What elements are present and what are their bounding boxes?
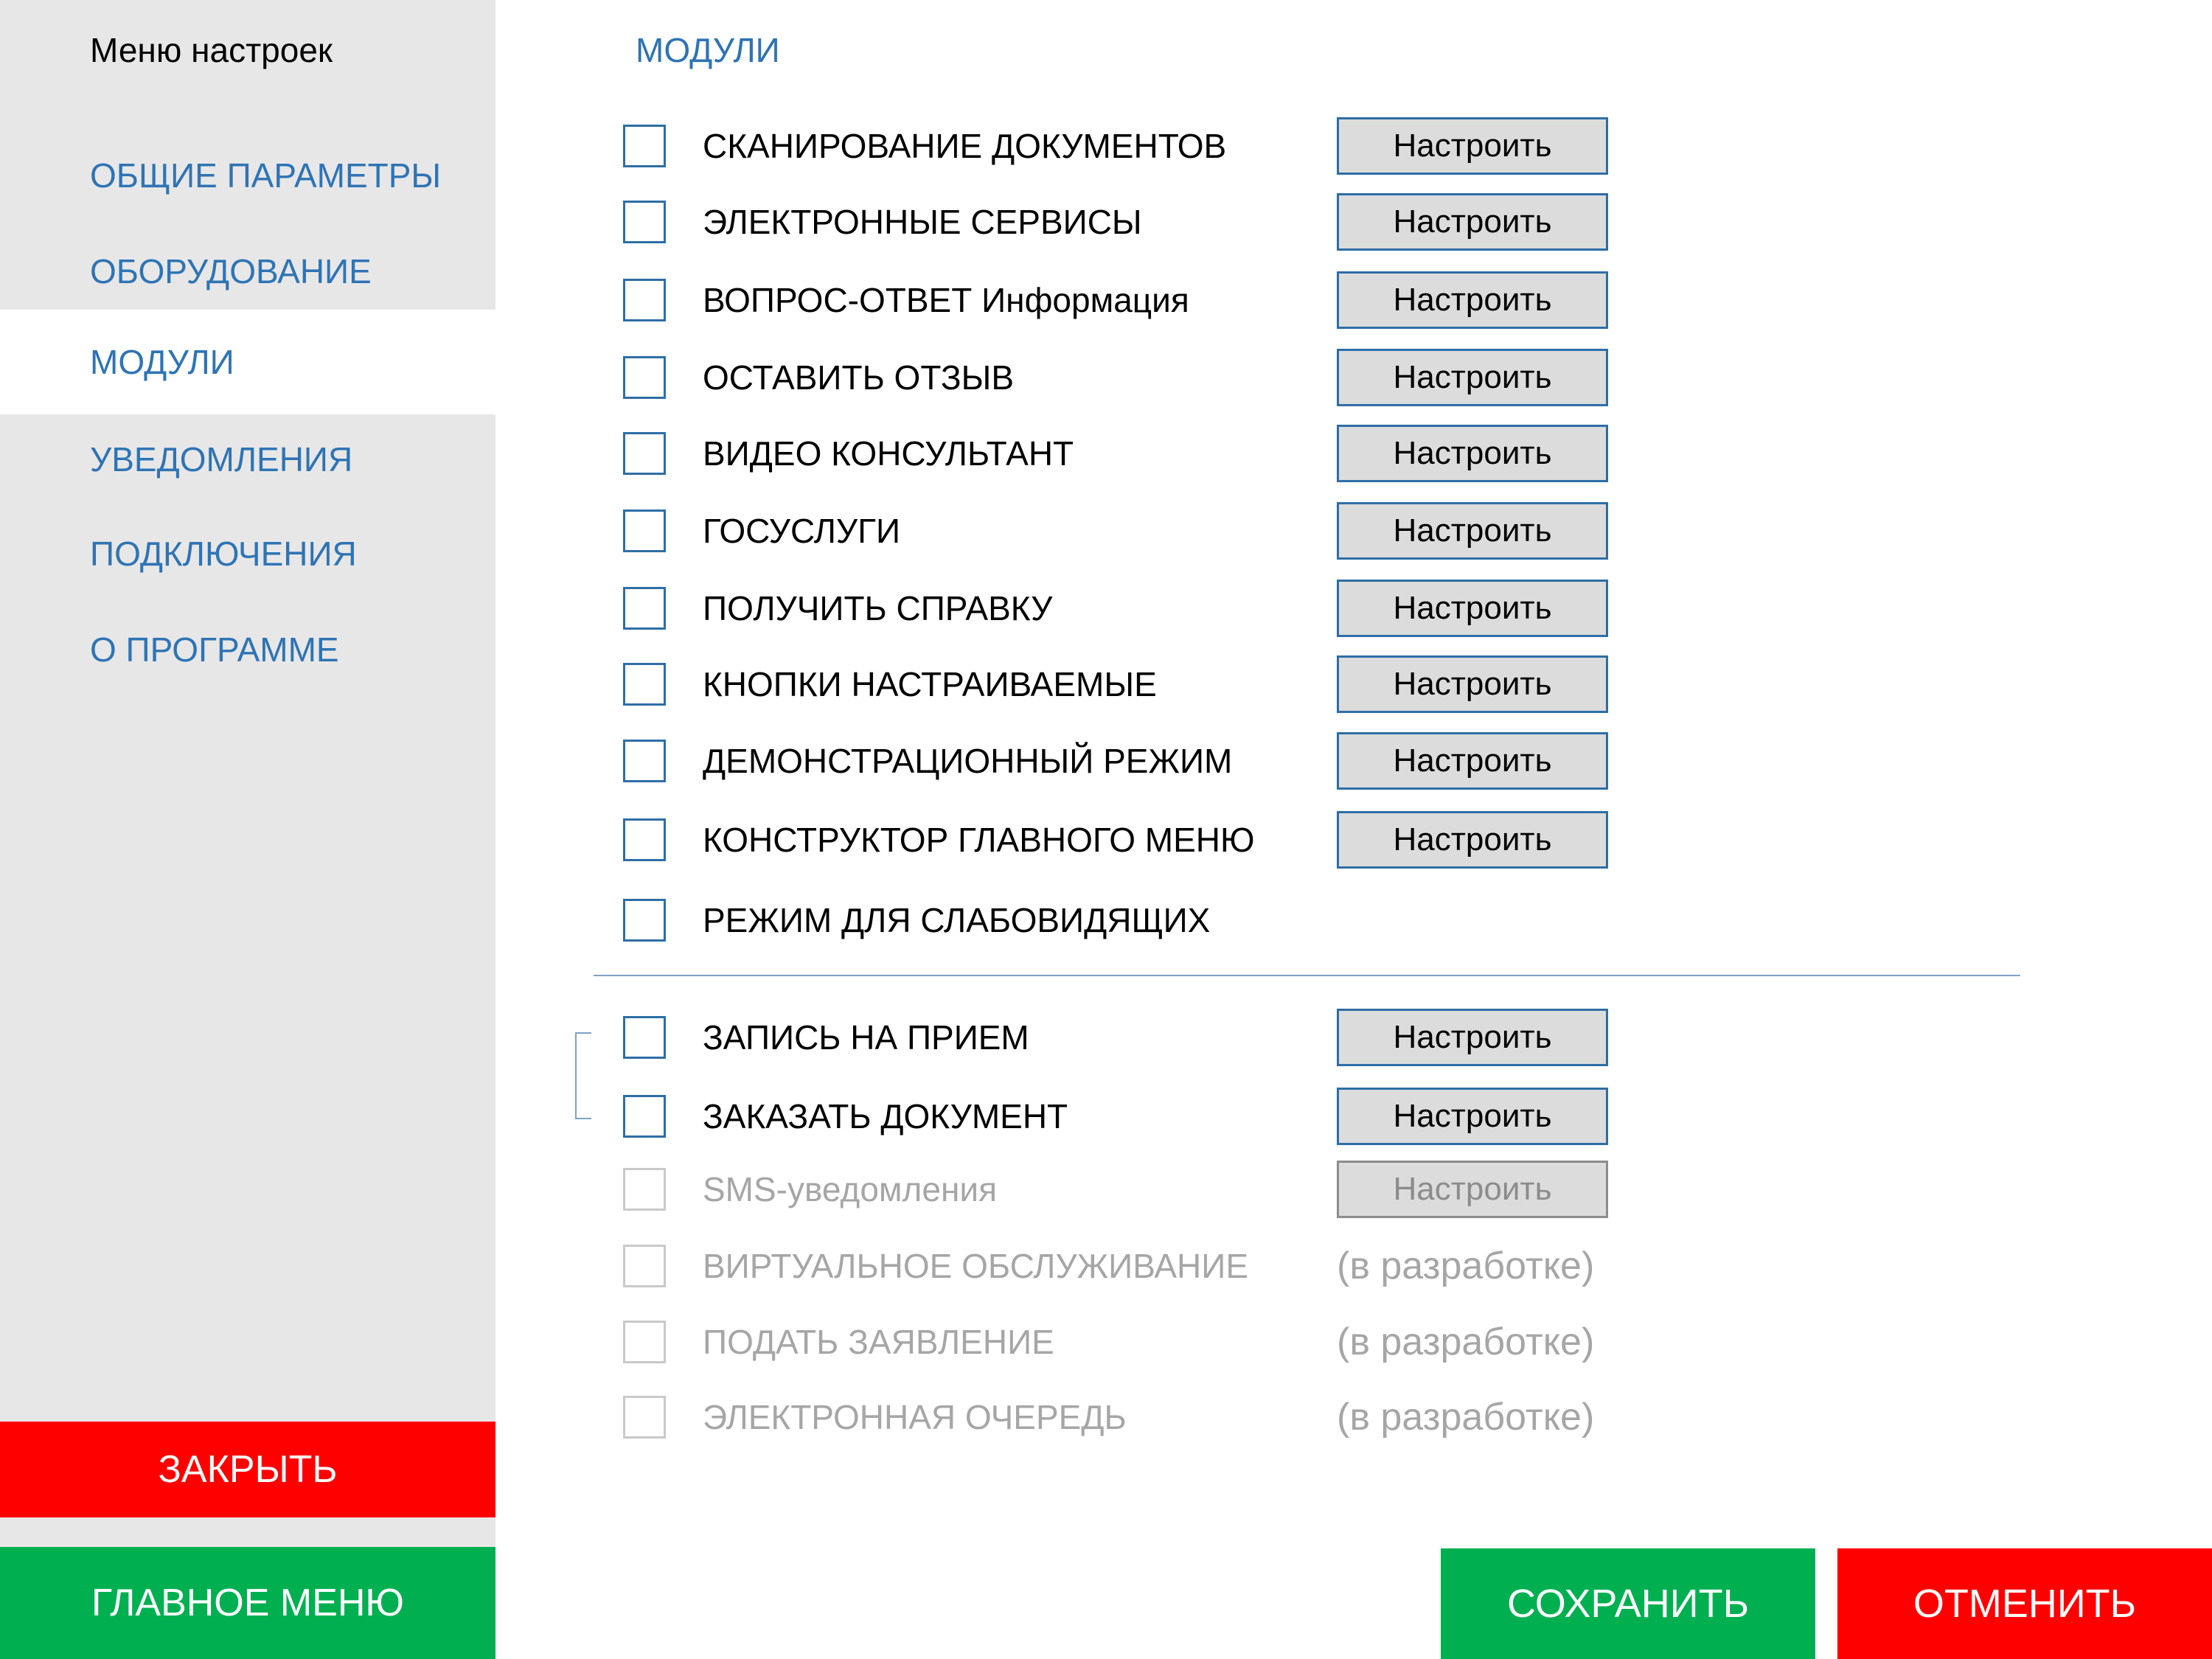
module-row: ОСТАВИТЬ ОТЗЫВ Настроить xyxy=(623,349,1655,406)
module-checkbox[interactable] xyxy=(623,509,666,552)
module-checkbox[interactable] xyxy=(623,587,666,630)
module-row: ЗАПИСЬ НА ПРИЕМ Настроить xyxy=(623,1009,1655,1066)
configure-button: Настроить xyxy=(1337,1161,1608,1218)
module-label: ЭЛЕКТРОННЫЕ СЕРВИСЫ xyxy=(703,203,1142,241)
configure-button[interactable]: Настроить xyxy=(1337,1088,1608,1145)
module-label: ПОДАТЬ ЗАЯВЛЕНИЕ xyxy=(703,1323,1054,1361)
module-checkbox xyxy=(623,1396,666,1439)
module-row: ЭЛЕКТРОННЫЕ СЕРВИСЫ Настроить xyxy=(623,193,1655,251)
module-row: ВИДЕО КОНСУЛЬТАНТ Настроить xyxy=(623,425,1655,482)
module-row: КОНСТРУКТОР ГЛАВНОГО МЕНЮ Настроить xyxy=(623,811,1655,869)
in-development-note: (в разработке) xyxy=(1337,1321,1595,1363)
configure-button[interactable]: Настроить xyxy=(1337,349,1608,406)
module-checkbox xyxy=(623,1168,666,1211)
module-label: КНОПКИ НАСТРАИВАЕМЫЕ xyxy=(703,665,1157,703)
module-checkbox[interactable] xyxy=(623,1095,666,1138)
module-row: ДЕМОНСТРАЦИОННЫЙ РЕЖИМ Настроить xyxy=(623,732,1655,790)
module-label: ЗАКАЗАТЬ ДОКУМЕНТ xyxy=(703,1097,1068,1135)
module-row: ГОСУСЛУГИ Настроить xyxy=(623,502,1655,560)
module-label: ЭЛЕКТРОННАЯ ОЧЕРЕДЬ xyxy=(703,1398,1127,1436)
module-row: ЗАКАЗАТЬ ДОКУМЕНТ Настроить xyxy=(623,1088,1655,1145)
module-label: ОСТАВИТЬ ОТЗЫВ xyxy=(703,358,1015,397)
module-row: ВИРТУАЛЬНОЕ ОБСЛУЖИВАНИЕ (в разработке) xyxy=(623,1245,1655,1292)
module-row: ПОДАТЬ ЗАЯВЛЕНИЕ (в разработке) xyxy=(623,1321,1655,1368)
module-label: ЗАПИСЬ НА ПРИЕМ xyxy=(703,1018,1029,1057)
module-checkbox xyxy=(623,1245,666,1287)
module-label: КОНСТРУКТОР ГЛАВНОГО МЕНЮ xyxy=(703,821,1255,859)
sidebar-item-equipment[interactable]: ОБОРУДОВАНИЕ xyxy=(0,221,495,321)
module-checkbox[interactable] xyxy=(623,125,666,167)
module-label: ВИДЕО КОНСУЛЬТАНТ xyxy=(703,434,1074,473)
module-row: SMS-уведомления Настроить xyxy=(623,1161,1655,1218)
module-label: ВОПРОС-ОТВЕТ Информация xyxy=(703,281,1189,319)
module-row: РЕЖИМ ДЛЯ СЛАБОВИДЯЩИХ xyxy=(623,899,1655,946)
page-title: МОДУЛИ xyxy=(636,31,780,69)
module-checkbox[interactable] xyxy=(623,356,666,399)
module-label: SMS-уведомления xyxy=(703,1170,997,1208)
sidebar-item-general[interactable]: ОБЩИЕ ПАРАМЕТРЫ xyxy=(0,125,495,225)
configure-button[interactable]: Настроить xyxy=(1337,425,1608,482)
configure-button[interactable]: Настроить xyxy=(1337,811,1608,869)
close-button[interactable]: ЗАКРЫТЬ xyxy=(0,1422,495,1517)
sidebar-item-about[interactable]: О ПРОГРАММЕ xyxy=(0,599,495,699)
configure-button[interactable]: Настроить xyxy=(1337,580,1608,637)
sidebar: Меню настроек ОБЩИЕ ПАРАМЕТРЫ ОБОРУДОВАН… xyxy=(0,0,495,1659)
module-row: ВОПРОС-ОТВЕТ Информация Настроить xyxy=(623,271,1655,329)
section-divider xyxy=(594,975,2020,976)
sidebar-item-connections[interactable]: ПОДКЛЮЧЕНИЯ xyxy=(0,504,495,603)
group-bracket xyxy=(575,1032,591,1119)
module-checkbox[interactable] xyxy=(623,1016,666,1059)
configure-button[interactable]: Настроить xyxy=(1337,193,1608,251)
module-checkbox[interactable] xyxy=(623,201,666,243)
configure-button[interactable]: Настроить xyxy=(1337,502,1608,560)
module-label: РЕЖИМ ДЛЯ СЛАБОВИДЯЩИХ xyxy=(703,901,1211,939)
sidebar-item-modules[interactable]: МОДУЛИ xyxy=(0,310,495,414)
module-checkbox[interactable] xyxy=(623,663,666,706)
configure-button[interactable]: Настроить xyxy=(1337,1009,1608,1066)
module-checkbox[interactable] xyxy=(623,899,666,942)
module-checkbox[interactable] xyxy=(623,740,666,782)
sidebar-title: Меню настроек xyxy=(90,31,333,69)
sidebar-item-notifications[interactable]: УВЕДОМЛЕНИЯ xyxy=(0,409,495,509)
module-row: СКАНИРОВАНИЕ ДОКУМЕНТОВ Настроить xyxy=(623,117,1655,175)
configure-button[interactable]: Настроить xyxy=(1337,655,1608,713)
configure-button[interactable]: Настроить xyxy=(1337,271,1608,329)
module-label: ПОЛУЧИТЬ СПРАВКУ xyxy=(703,589,1053,627)
cancel-button[interactable]: ОТМЕНИТЬ xyxy=(1837,1548,2212,1659)
module-checkbox[interactable] xyxy=(623,432,666,475)
module-label: ДЕМОНСТРАЦИОННЫЙ РЕЖИМ xyxy=(703,742,1233,780)
module-label: СКАНИРОВАНИЕ ДОКУМЕНТОВ xyxy=(703,127,1227,165)
in-development-note: (в разработке) xyxy=(1337,1245,1595,1287)
module-checkbox[interactable] xyxy=(623,279,666,321)
module-checkbox[interactable] xyxy=(623,818,666,861)
module-label: ВИРТУАЛЬНОЕ ОБСЛУЖИВАНИЕ xyxy=(703,1247,1249,1285)
configure-button[interactable]: Настроить xyxy=(1337,117,1608,175)
in-development-note: (в разработке) xyxy=(1337,1396,1595,1439)
module-row: КНОПКИ НАСТРАИВАЕМЫЕ Настроить xyxy=(623,655,1655,713)
module-checkbox xyxy=(623,1321,666,1363)
configure-button[interactable]: Настроить xyxy=(1337,732,1608,790)
module-label: ГОСУСЛУГИ xyxy=(703,512,901,550)
module-row: ЭЛЕКТРОННАЯ ОЧЕРЕДЬ (в разработке) xyxy=(623,1396,1655,1443)
save-button[interactable]: СОХРАНИТЬ xyxy=(1441,1548,1815,1659)
main-menu-button[interactable]: ГЛАВНОЕ МЕНЮ xyxy=(0,1547,495,1659)
module-row: ПОЛУЧИТЬ СПРАВКУ Настроить xyxy=(623,580,1655,637)
settings-screen: Меню настроек ОБЩИЕ ПАРАМЕТРЫ ОБОРУДОВАН… xyxy=(0,0,2212,1659)
